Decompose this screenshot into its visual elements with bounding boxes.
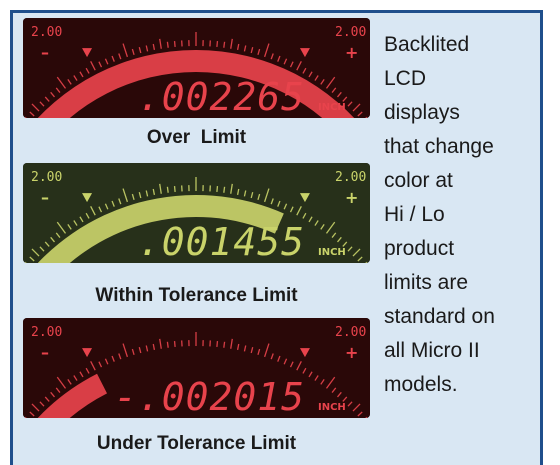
unit-label: INCH (318, 247, 346, 258)
reading-value: .002265 (138, 75, 305, 118)
scale-tick (173, 340, 176, 348)
description-line: limits are (384, 271, 469, 294)
range-left-label: 2.00 (31, 25, 62, 40)
range-left-label: 2.00 (31, 325, 62, 340)
reading-value: -.002015 (114, 375, 305, 418)
lcd-display-graphic: 2.00 2.00 – + .001455 INCH (23, 163, 370, 263)
description-line: standard on (384, 305, 495, 328)
scale-tick (166, 41, 169, 48)
scale-tick (216, 185, 219, 193)
description-line: all Micro II (384, 339, 480, 362)
description-line: that change (384, 135, 494, 158)
description-line: Backlited (384, 33, 470, 56)
range-right-label: 2.00 (335, 325, 366, 340)
reading-value: .001455 (138, 220, 305, 263)
scale-tick (216, 340, 219, 348)
description-text: Backlited LCD displays that change color… (384, 28, 544, 402)
scale-tick (216, 40, 219, 48)
range-right-label: 2.00 (335, 170, 366, 185)
caption-under-tolerance: Under Tolerance Limit (96, 433, 297, 454)
scale-tick (223, 186, 226, 193)
scale-tick (173, 185, 176, 193)
lcd-display-under-tolerance: 2.00 2.00 – + -.002015 INCH (23, 318, 370, 418)
plus-sign: + (345, 343, 358, 362)
description-line: color at (384, 169, 453, 192)
unit-label: INCH (318, 102, 346, 113)
scale-tick (166, 341, 169, 348)
lcd-display-graphic: 2.00 2.00 – + -.002015 INCH (23, 318, 370, 418)
minus-sign: – (41, 188, 49, 207)
lcd-display-over-limit: 2.00 2.00 – + .002265 INCH (23, 18, 370, 118)
minus-sign: – (41, 343, 49, 362)
caption-over-limit: Over Limit (146, 127, 247, 148)
plus-sign: + (345, 188, 358, 207)
description-line: Hi / Lo (384, 203, 445, 226)
description-line: LCD (384, 67, 427, 90)
description-line: product (384, 237, 455, 260)
scale-tick (166, 186, 169, 193)
plus-sign: + (345, 43, 358, 62)
scale-tick (223, 341, 226, 348)
lcd-display-graphic: 2.00 2.00 – + .002265 INCH (23, 18, 370, 118)
scale-tick (223, 41, 226, 48)
description-line: displays (384, 101, 460, 124)
description-line: models. (384, 373, 458, 396)
range-left-label: 2.00 (31, 170, 62, 185)
caption-within-tolerance: Within Tolerance Limit (95, 285, 298, 306)
lcd-display-within-tolerance: 2.00 2.00 – + .001455 INCH (23, 163, 370, 263)
minus-sign: – (41, 43, 49, 62)
range-right-label: 2.00 (335, 25, 366, 40)
unit-label: INCH (318, 402, 346, 413)
scale-tick (173, 40, 176, 48)
